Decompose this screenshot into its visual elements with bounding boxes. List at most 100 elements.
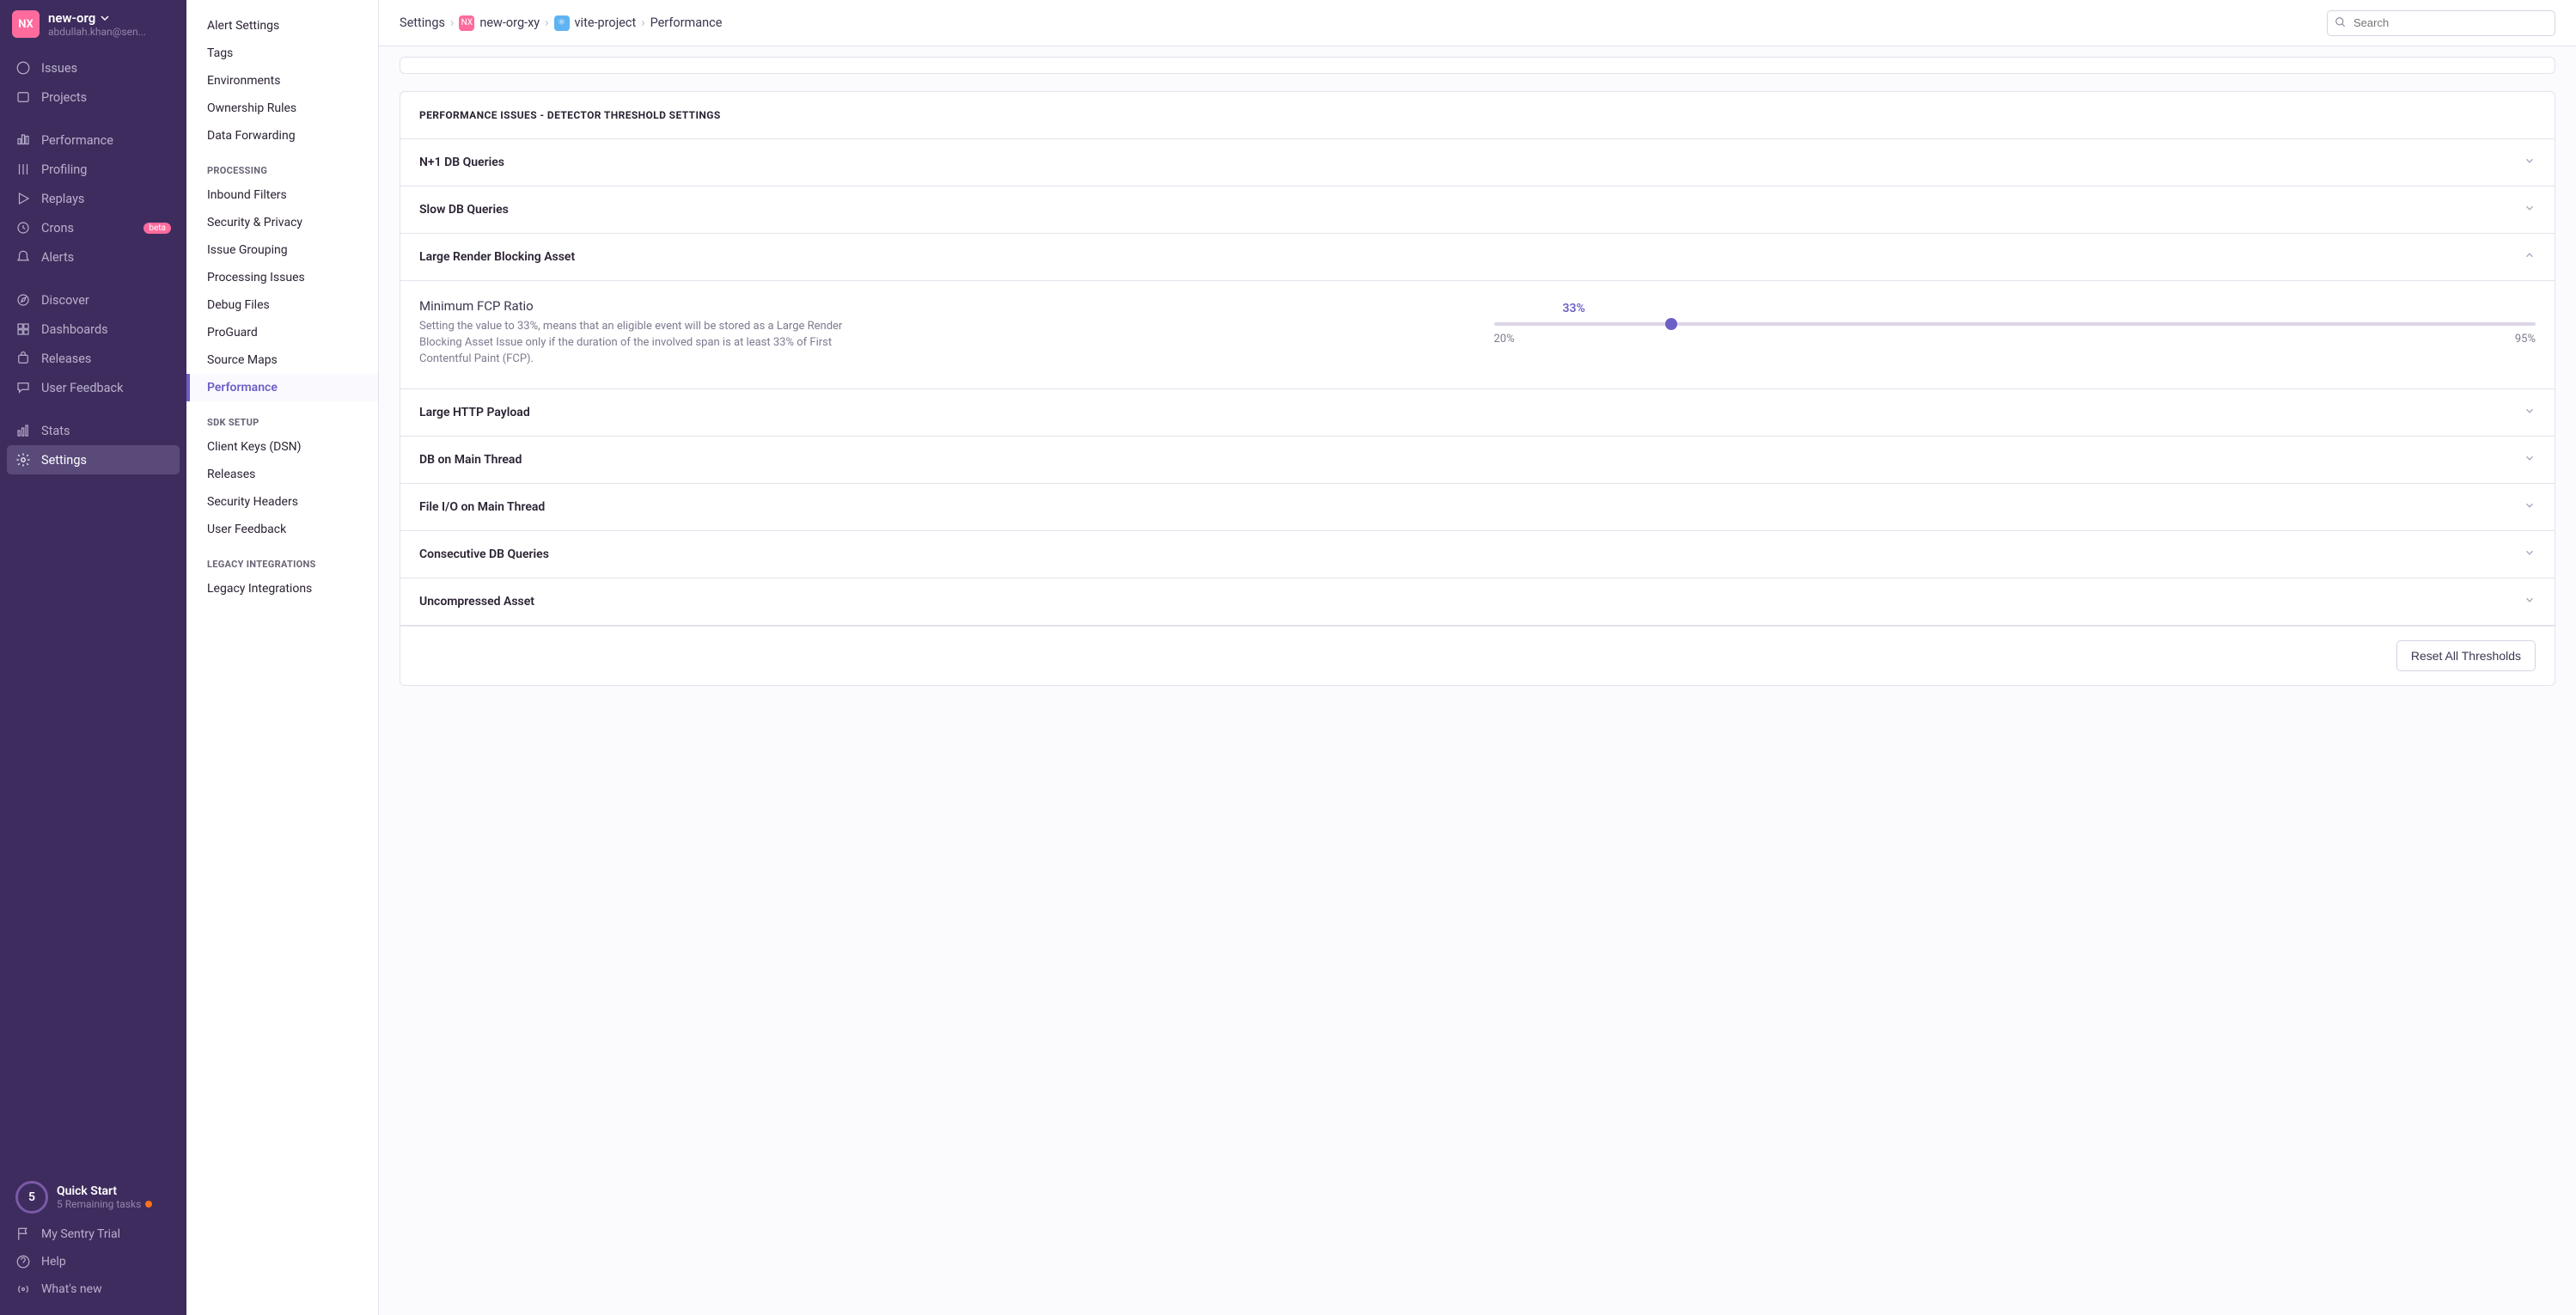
sec-header-sdk: SDK SETUP [186, 401, 378, 433]
acc-large-http[interactable]: Large HTTP Payload [400, 389, 2555, 437]
sec-legacy-integrations[interactable]: Legacy Integrations [186, 575, 378, 602]
nav-replays[interactable]: Replays [7, 184, 180, 213]
threshold-panel: PERFORMANCE ISSUES - DETECTOR THRESHOLD … [400, 91, 2555, 686]
nav-label: Settings [41, 453, 87, 468]
sec-ownership[interactable]: Ownership Rules [186, 95, 378, 122]
acc-consecutive-db[interactable]: Consecutive DB Queries [400, 531, 2555, 578]
slider-max: 95% [2515, 333, 2536, 346]
nav-performance[interactable]: Performance [7, 125, 180, 155]
panel-title: PERFORMANCE ISSUES - DETECTOR THRESHOLD … [400, 92, 2555, 139]
sec-inbound-filters[interactable]: Inbound Filters [186, 181, 378, 209]
slider-value: 33% [1563, 302, 1585, 315]
acc-label: Large HTTP Payload [419, 406, 530, 419]
sec-client-keys[interactable]: Client Keys (DSN) [186, 433, 378, 461]
nav-label: Stats [41, 424, 70, 438]
reset-button[interactable]: Reset All Thresholds [2396, 640, 2536, 671]
nav-label: Replays [41, 192, 84, 206]
chevron-up-icon [2524, 249, 2536, 265]
project-badge: ⚛ [554, 15, 570, 31]
chevron-down-icon [2524, 452, 2536, 468]
detail-label: Minimum FCP Ratio [419, 298, 1462, 314]
sec-data-forwarding[interactable]: Data Forwarding [186, 122, 378, 150]
nav-releases[interactable]: Releases [7, 344, 180, 373]
chevron-down-icon [2524, 499, 2536, 515]
nav-projects[interactable]: Projects [7, 83, 180, 112]
sec-debug-files[interactable]: Debug Files [186, 291, 378, 319]
nav-crons[interactable]: Cronsbeta [7, 213, 180, 242]
bottom-trial[interactable]: My Sentry Trial [7, 1220, 180, 1248]
acc-uncompressed[interactable]: Uncompressed Asset [400, 578, 2555, 626]
search-input[interactable] [2327, 10, 2555, 36]
nav-settings[interactable]: Settings [7, 445, 180, 474]
acc-label: Large Render Blocking Asset [419, 250, 575, 264]
sec-processing-issues[interactable]: Processing Issues [186, 264, 378, 291]
projects-icon [15, 89, 31, 105]
sec-releases[interactable]: Releases [186, 461, 378, 488]
nav-label: User Feedback [41, 381, 123, 395]
sec-issue-grouping[interactable]: Issue Grouping [186, 236, 378, 264]
releases-icon [15, 351, 31, 366]
secondary-nav: Alert Settings Tags Environments Ownersh… [186, 0, 379, 1315]
sec-proguard[interactable]: ProGuard [186, 319, 378, 346]
nav-stats[interactable]: Stats [7, 416, 180, 445]
nav-user-feedback[interactable]: User Feedback [7, 373, 180, 402]
acc-db-main[interactable]: DB on Main Thread [400, 437, 2555, 484]
bottom-help[interactable]: Help [7, 1248, 180, 1275]
sec-performance[interactable]: Performance [186, 374, 378, 401]
acc-file-io[interactable]: File I/O on Main Thread [400, 484, 2555, 531]
crumb-project[interactable]: vite-project [575, 15, 637, 30]
acc-label: Consecutive DB Queries [419, 547, 549, 561]
acc-slow-db[interactable]: Slow DB Queries [400, 187, 2555, 234]
nav-label: Issues [41, 61, 77, 76]
sec-user-feedback[interactable]: User Feedback [186, 516, 378, 543]
performance-icon [15, 132, 31, 148]
crumb-page: Performance [650, 15, 723, 30]
sec-header-legacy: LEGACY INTEGRATIONS [186, 543, 378, 575]
sec-security-headers[interactable]: Security Headers [186, 488, 378, 516]
nav-label: Projects [41, 90, 87, 105]
chevron-down-icon [2524, 202, 2536, 217]
slider-thumb[interactable] [1665, 318, 1677, 330]
slider[interactable] [1494, 322, 2536, 326]
bottom-label: What's new [41, 1282, 102, 1296]
org-email: abdullah.khan@sen... [48, 26, 146, 38]
detail-desc: Setting the value to 33%, means that an … [419, 319, 849, 368]
org-badge: NX [459, 15, 474, 31]
nav-profiling[interactable]: Profiling [7, 155, 180, 184]
bottom-label: Help [41, 1255, 66, 1269]
org-name: new-org [48, 10, 95, 26]
crons-icon [15, 220, 31, 235]
panel-top [400, 57, 2555, 74]
chevron-down-icon [2524, 594, 2536, 609]
nav-dashboards[interactable]: Dashboards [7, 315, 180, 344]
sec-security-privacy[interactable]: Security & Privacy [186, 209, 378, 236]
nav-discover[interactable]: Discover [7, 285, 180, 315]
acc-label: DB on Main Thread [419, 453, 522, 467]
org-switcher[interactable]: NX new-org abdullah.khan@sen... [0, 0, 186, 48]
bottom-label: My Sentry Trial [41, 1227, 120, 1241]
sec-alert-settings[interactable]: Alert Settings [186, 12, 378, 40]
crumb-org[interactable]: new-org-xy [479, 15, 540, 30]
gear-icon [15, 452, 31, 468]
bottom-whatsnew[interactable]: What's new [7, 1275, 180, 1303]
org-avatar: NX [12, 10, 40, 38]
sec-environments[interactable]: Environments [186, 67, 378, 95]
chevron-down-icon [2524, 405, 2536, 420]
nav-label: Performance [41, 133, 113, 148]
nav-label: Dashboards [41, 322, 108, 337]
acc-label: Uncompressed Asset [419, 595, 534, 609]
chevron-down-icon [2524, 155, 2536, 170]
acc-body-large-render: Minimum FCP Ratio Setting the value to 3… [400, 281, 2555, 389]
crumb-settings[interactable]: Settings [400, 15, 445, 30]
sec-tags[interactable]: Tags [186, 40, 378, 67]
sec-source-maps[interactable]: Source Maps [186, 346, 378, 374]
acc-n1-db[interactable]: N+1 DB Queries [400, 139, 2555, 187]
quick-start[interactable]: 5 Quick Start 5 Remaining tasks [7, 1174, 180, 1220]
nav-issues[interactable]: Issues [7, 53, 180, 83]
stats-icon [15, 423, 31, 438]
nav-alerts[interactable]: Alerts [7, 242, 180, 272]
acc-large-render[interactable]: Large Render Blocking Asset [400, 234, 2555, 281]
replays-icon [15, 191, 31, 206]
discover-icon [15, 292, 31, 308]
profiling-icon [15, 162, 31, 177]
